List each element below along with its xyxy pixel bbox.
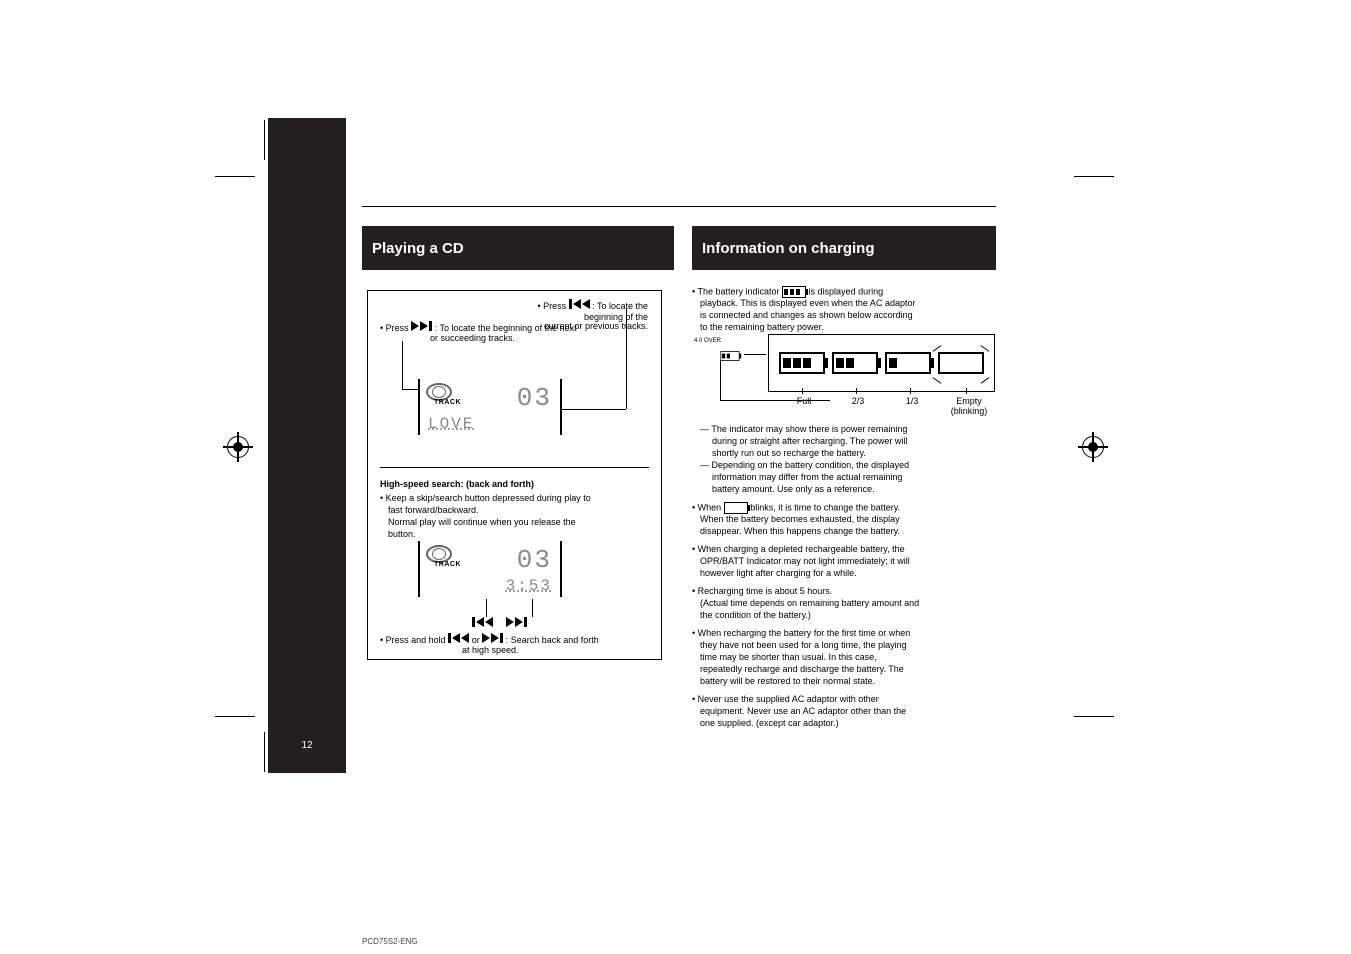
caption: 1/3 [892, 396, 932, 407]
heading-text: Information on charging [702, 240, 875, 257]
section-heading-left: Playing a CD [362, 226, 674, 270]
lcd-display: TRACK 03 LOVE [418, 379, 562, 435]
callout-line [856, 388, 857, 394]
instruction-line: fast forward/backward. [388, 505, 479, 516]
battery-empty-icon [938, 352, 984, 374]
sidebar-tab [268, 118, 346, 773]
annotation-text: 4 0 OVER [694, 338, 721, 344]
registration-mark-icon [1082, 436, 1104, 458]
body-text: — Depending on the battery condition, th… [700, 460, 909, 471]
instruction-line: or succeeding tracks. [430, 333, 515, 344]
body-text: • Recharging time is about 5 hours. [692, 586, 832, 597]
callout-line [560, 409, 626, 410]
callout-line [626, 309, 627, 409]
battery-icon [724, 502, 748, 514]
body-text: is connected and changes as shown below … [700, 310, 913, 321]
instruction-line: current or previous tracks. [518, 321, 648, 332]
body-text: equipment. Never use an AC adaptor other… [700, 706, 906, 717]
body-text: battery amount. Use only as a reference. [712, 484, 875, 495]
icon-row [472, 617, 527, 629]
prev-track-icon [472, 617, 493, 627]
body-text: to the remaining battery power. [700, 322, 824, 333]
track-label: TRACK [434, 399, 461, 406]
body-text: information may differ from the actual r… [712, 472, 902, 483]
battery-icon [782, 286, 806, 298]
body-text: however light after charging for a while… [700, 568, 857, 579]
top-rule [362, 206, 996, 207]
body-text: playback. This is displayed even when th… [700, 298, 915, 309]
callout-line [910, 388, 911, 394]
body-text: — The indicator may show there is power … [700, 424, 907, 435]
callout-line [802, 388, 803, 394]
subheading: High-speed search: (back and forth) [380, 479, 534, 490]
body-text: disappear. When this happens change the … [700, 526, 900, 537]
instruction-line: button. [388, 529, 416, 540]
body-text: they have not been used for a long time,… [700, 640, 907, 651]
caption: (blinking) [944, 406, 994, 417]
track-number: 03 [517, 383, 552, 413]
crop-mark [264, 732, 265, 772]
next-track-icon [506, 617, 527, 627]
caption: Full [784, 396, 824, 407]
crop-mark [215, 716, 255, 717]
callout-line [966, 388, 967, 394]
callout-line [486, 599, 487, 617]
callout-line [402, 389, 418, 390]
crop-mark [215, 176, 255, 177]
crop-mark [264, 120, 265, 160]
next-track-icon [482, 633, 503, 643]
heading-text: Playing a CD [372, 240, 464, 257]
instruction-line: • Press : To locate the beginning of the [518, 299, 648, 324]
track-time: 3:53 [506, 577, 552, 595]
body-text: the condition of the battery.) [700, 610, 811, 621]
body-text: OPR/BATT Indicator may not light immedia… [700, 556, 910, 567]
body-text: (Actual time depends on remaining batter… [700, 598, 919, 609]
instruction-line: Normal play will continue when you relea… [388, 517, 576, 528]
page-number: 12 [278, 740, 336, 751]
track-number: 03 [517, 545, 552, 575]
instruction-line: at high speed. [462, 645, 519, 656]
prev-track-icon [448, 633, 469, 643]
callout-line [532, 599, 533, 617]
callout-line [744, 354, 766, 355]
prev-track-icon [569, 299, 590, 309]
battery-23-icon [832, 352, 878, 374]
registration-mark-icon [227, 436, 249, 458]
body-text: during or straight after recharging. The… [712, 436, 907, 447]
crop-mark [1074, 176, 1114, 177]
body-text: shortly run out so recharge the battery. [712, 448, 866, 459]
instruction-line: • Keep a skip/search button depressed du… [380, 493, 591, 504]
divider [380, 467, 649, 468]
lcd-display: TRACK 03 3:53 [418, 541, 562, 597]
body-text: • The battery indicator is displayed dur… [692, 286, 883, 298]
next-track-icon [411, 321, 432, 331]
crop-mark [1074, 716, 1114, 717]
track-title: LOVE [428, 415, 552, 433]
footer-text: PCD75S2-ENG [362, 937, 418, 946]
battery-states-diagram [768, 334, 995, 392]
body-text: battery will be restored to their normal… [700, 676, 875, 687]
body-text: • When recharging the battery for the fi… [692, 628, 910, 639]
battery-13-icon [885, 352, 931, 374]
body-text: • Never use the supplied AC adaptor with… [692, 694, 879, 705]
section-heading-right: Information on charging [692, 226, 996, 270]
body-text: When the battery becomes exhausted, the … [700, 514, 900, 525]
battery-icon [720, 351, 739, 361]
callout-line [720, 360, 721, 400]
body-text: time may be shorter than usual. In this … [700, 652, 877, 663]
instruction-panel: • Press : To locate the beginning of the… [367, 290, 662, 660]
caption: 2/3 [838, 396, 878, 407]
callout-line [402, 341, 403, 389]
body-text: • When blinks, it is time to change the … [692, 502, 900, 514]
body-text: repeatedly recharge and discharge the ba… [700, 664, 904, 675]
battery-full-icon [779, 352, 825, 374]
body-text: one supplied. (except car adaptor.) [700, 718, 839, 729]
track-label: TRACK [434, 561, 461, 568]
body-text: • When charging a depleted rechargeable … [692, 544, 905, 555]
